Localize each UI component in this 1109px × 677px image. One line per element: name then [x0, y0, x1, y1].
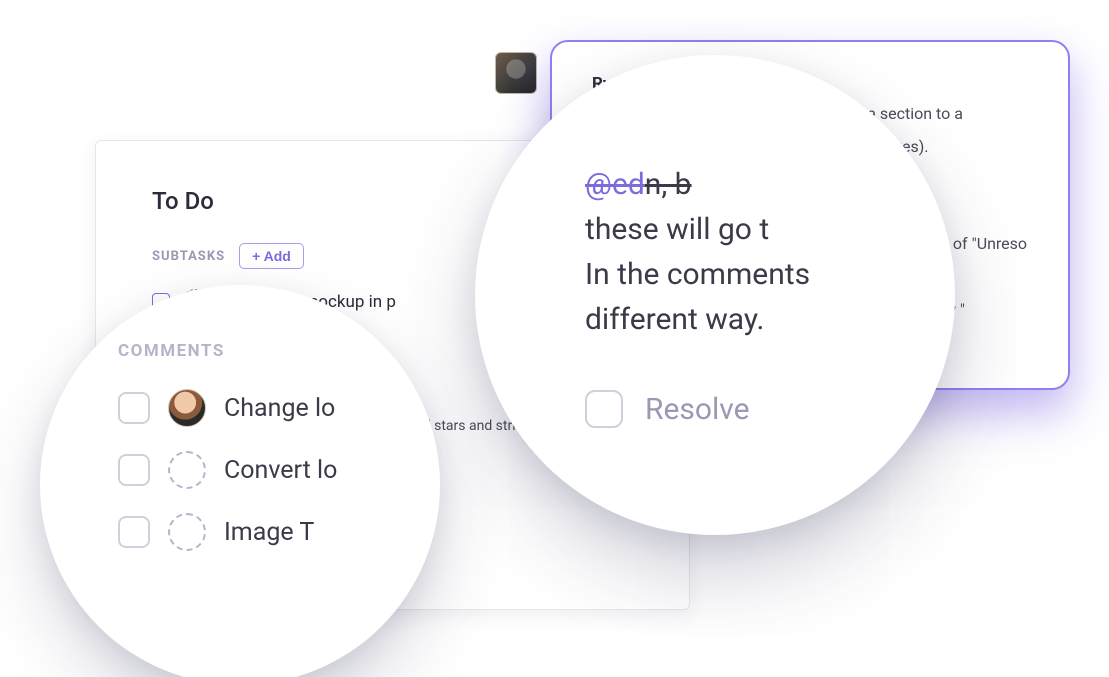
lens-text-line: these will go t — [585, 207, 875, 252]
lens-text-line: In the comments — [585, 252, 875, 297]
resolve-row[interactable]: Resolve — [585, 390, 875, 428]
comment-item-title: Convert lo — [224, 456, 337, 485]
resolve-label: Resolve — [645, 392, 750, 427]
add-subtask-button[interactable]: + Add — [239, 243, 304, 269]
comment-checkbox[interactable] — [118, 392, 150, 424]
comment-item[interactable]: Change lo — [118, 389, 400, 427]
zoom-lens-resolve: @edn, b these will go t In the comments … — [475, 55, 955, 535]
resolve-checkbox[interactable] — [585, 390, 623, 428]
lens-text-line: @edn, b — [585, 162, 875, 207]
comment-item[interactable]: Convert lo — [118, 451, 400, 489]
commenter-avatar[interactable] — [495, 52, 537, 94]
comments-heading: COMMENTS — [118, 341, 400, 361]
comment-checkbox[interactable] — [118, 516, 150, 548]
comment-item-title: Image T — [224, 518, 314, 547]
assignee-placeholder-icon[interactable] — [168, 513, 206, 551]
comment-checkbox[interactable] — [118, 454, 150, 486]
commenter-avatar-icon[interactable] — [168, 389, 206, 427]
zoom-lens-comments: COMMENTS Change lo Convert lo Image T — [40, 285, 440, 677]
lens-text-line: different way. — [585, 297, 875, 342]
subtasks-label: SUBTASKS — [152, 249, 225, 264]
comment-item[interactable]: Image T — [118, 513, 400, 551]
lens-fragment: n, b — [645, 167, 692, 202]
mention-link[interactable]: @ed — [585, 167, 645, 202]
assignee-placeholder-icon[interactable] — [168, 451, 206, 489]
comment-item-title: Change lo — [224, 394, 335, 423]
canvas: To Do SUBTASKS + Add Main page mockup in… — [0, 0, 1109, 677]
